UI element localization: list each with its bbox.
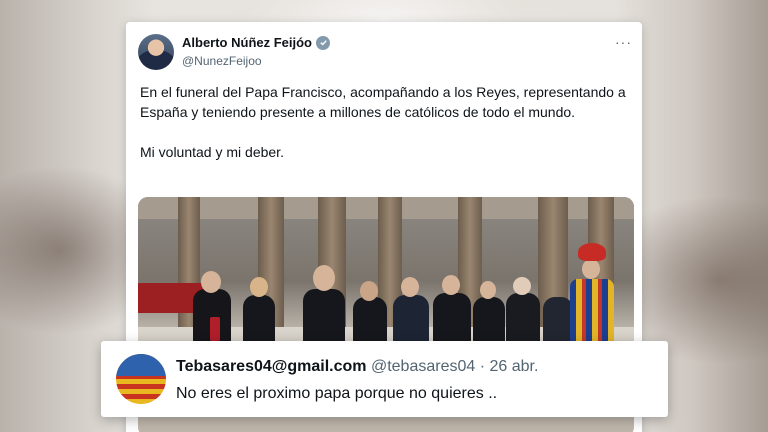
reply-author-name[interactable]: Tebasares04@gmail.com [176, 358, 367, 375]
reply-header: Tebasares04@gmail.com @tebasares04 · 26 … [176, 358, 538, 376]
tweet-text: En el funeral del Papa Francisco, acompa… [140, 82, 634, 162]
author-handle[interactable]: @NunezFeijoo [182, 54, 262, 68]
reply-date[interactable]: 26 abr. [490, 358, 539, 375]
verified-badge-icon [316, 35, 330, 50]
tweet-paragraph: En el funeral del Papa Francisco, acompa… [140, 84, 626, 120]
reply-text: No eres el proximo papa porque no quiere… [176, 385, 498, 402]
more-options-icon[interactable]: ··· [615, 34, 632, 50]
author-name-row: Alberto Núñez Feijóo [182, 35, 330, 50]
reply-separator: · [479, 358, 486, 375]
author-name[interactable]: Alberto Núñez Feijóo [182, 35, 312, 50]
reply-handle[interactable]: @tebasares04 [371, 358, 475, 375]
tweet-paragraph: Mi voluntad y mi deber. [140, 144, 284, 160]
reply-card[interactable]: Tebasares04@gmail.com @tebasares04 · 26 … [101, 341, 668, 417]
reply-avatar[interactable] [116, 354, 166, 404]
author-avatar[interactable] [138, 34, 174, 70]
